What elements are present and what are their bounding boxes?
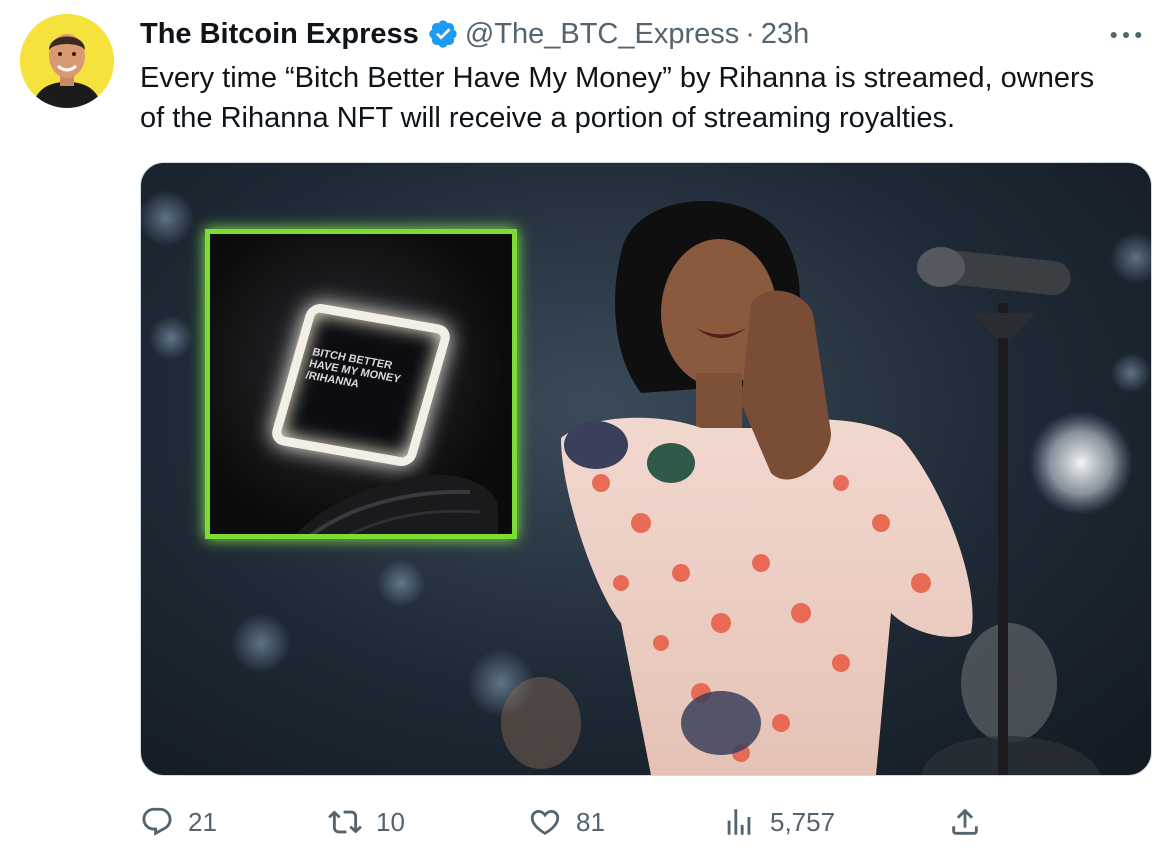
like-icon [530, 809, 560, 835]
retweet-button[interactable]: 10 [328, 800, 405, 844]
avatar[interactable] [20, 14, 114, 108]
more-icon [1110, 31, 1142, 39]
like-button[interactable]: 81 [528, 800, 605, 844]
nft-card: BITCH BETTER HAVE MY MONEY /RIHANNA [268, 301, 454, 469]
timestamp[interactable]: 23h [761, 18, 809, 51]
tweet-text-line: of the Rihanna NFT will receive a portio… [140, 102, 956, 134]
retweet-count: 10 [376, 806, 405, 837]
reply-count: 21 [188, 806, 217, 837]
views-button[interactable]: 5,757 [722, 800, 835, 844]
tweet-actions: 21 10 81 5,757 [140, 800, 1150, 844]
share-icon [952, 808, 978, 835]
gloved-hand [295, 474, 498, 534]
share-button[interactable] [948, 800, 996, 844]
display-name[interactable]: The Bitcoin Express [140, 18, 419, 51]
tweet-text-line: Every time “Bitch Better Have My Money” … [140, 62, 1095, 94]
handle[interactable]: @The_BTC_Express [465, 18, 739, 51]
tweet-header: The Bitcoin Express @The_BTC_Express · 2… [140, 14, 809, 54]
avatar-photo [20, 14, 114, 108]
verified-badge-icon[interactable] [427, 18, 459, 50]
views-icon [727, 809, 751, 835]
separator-dot: · [745, 17, 755, 50]
reply-icon [142, 807, 172, 836]
nft-inset: BITCH BETTER HAVE MY MONEY /RIHANNA [205, 229, 517, 539]
more-button[interactable] [1108, 20, 1144, 50]
views-count: 5,757 [770, 806, 836, 837]
retweet-icon [328, 810, 362, 834]
tweet-text: Every time “Bitch Better Have My Money” … [140, 58, 1156, 138]
like-count: 81 [576, 806, 605, 837]
reply-button[interactable]: 21 [140, 800, 217, 844]
nft-card-text: BITCH BETTER HAVE MY MONEY /RIHANNA [304, 346, 405, 397]
tweet-media-image[interactable]: BITCH BETTER HAVE MY MONEY /RIHANNA [140, 162, 1152, 776]
